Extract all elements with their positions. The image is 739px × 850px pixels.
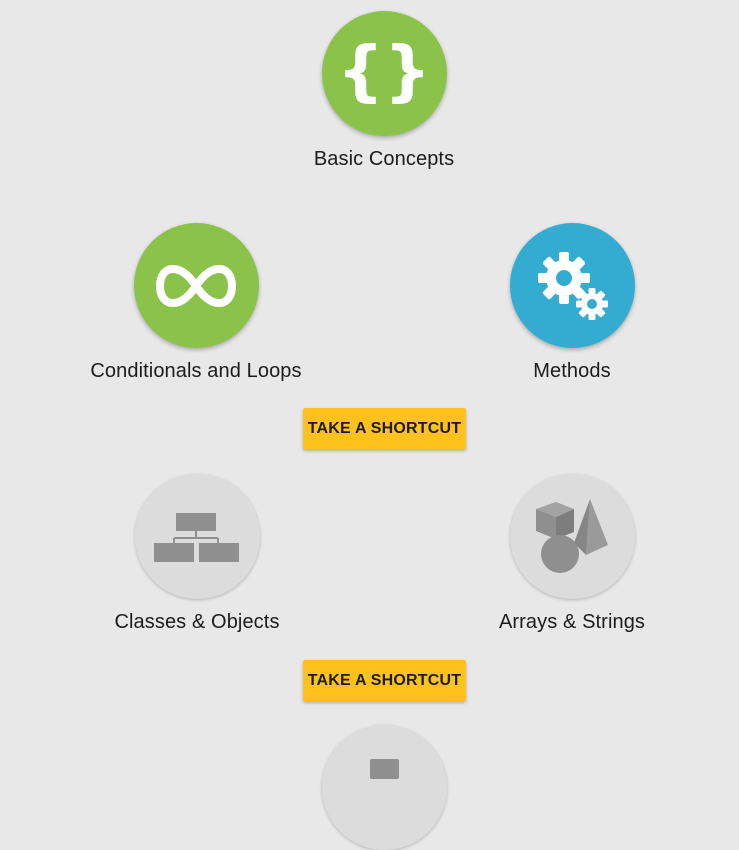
arrays-strings-label: Arrays & Strings [498, 611, 646, 633]
take-shortcut-button[interactable]: TAKE A SHORTCUT [303, 660, 466, 701]
curly-braces-icon: {} [337, 31, 431, 109]
module-methods[interactable]: Methods [442, 223, 702, 383]
methods-label: Methods [533, 360, 611, 382]
hierarchy-chart-icon [154, 512, 239, 562]
basic-concepts-button[interactable]: {} [321, 11, 447, 136]
classes-objects-button[interactable] [134, 474, 260, 599]
module-arrays-strings[interactable]: Arrays & Strings [442, 474, 702, 634]
basic-concepts-label: Basic Concepts [313, 148, 455, 170]
methods-button[interactable] [509, 223, 635, 348]
next-module-button[interactable] [321, 725, 447, 850]
arrays-strings-button[interactable] [509, 474, 635, 599]
shapes-icon [536, 498, 608, 573]
infinity-icon [156, 264, 236, 307]
module-classes-objects[interactable]: Classes & Objects [67, 474, 327, 634]
take-shortcut-button[interactable]: TAKE A SHORTCUT [303, 408, 466, 449]
conditionals-loops-button[interactable] [133, 223, 259, 348]
conditionals-loops-label: Conditionals and Loops [90, 360, 302, 382]
module-icon [369, 759, 399, 779]
module-next[interactable] [254, 725, 514, 850]
module-conditionals-loops[interactable]: Conditionals and Loops [66, 223, 326, 383]
gears-icon [538, 251, 608, 320]
module-basic-concepts[interactable]: {} Basic Concepts [254, 11, 514, 171]
classes-objects-label: Classes & Objects [114, 611, 280, 633]
